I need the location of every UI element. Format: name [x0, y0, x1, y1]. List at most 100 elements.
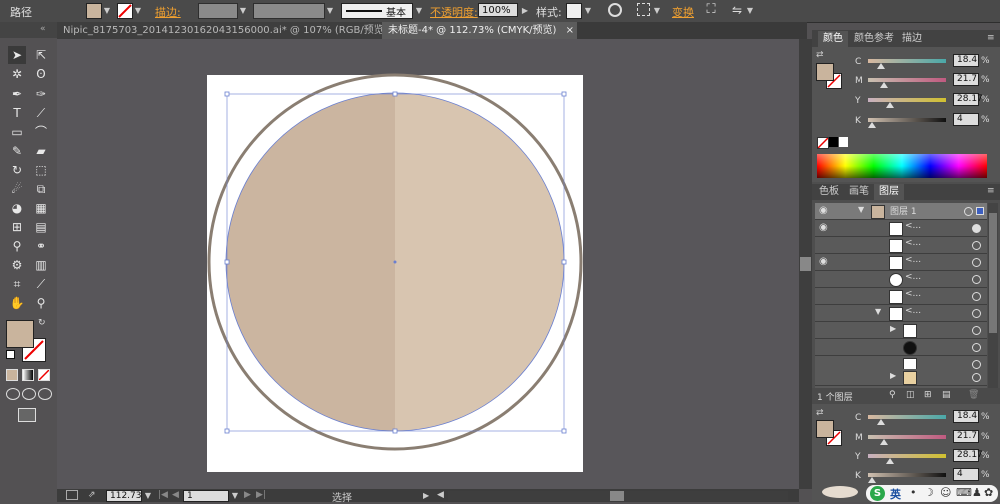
tab-layers[interactable]: 图层 — [874, 184, 904, 200]
arc-tool-icon[interactable]: ⌒ — [32, 123, 50, 141]
slider-y-track[interactable] — [868, 98, 946, 102]
eye-icon[interactable]: ◉ — [819, 222, 829, 233]
punctuation-icon[interactable]: • — [910, 486, 917, 499]
tab-color-guide[interactable]: 颜色参考 — [849, 31, 899, 47]
opacity-field[interactable]: 100% — [478, 3, 518, 17]
brush-definition-field[interactable]: 基本 — [341, 3, 413, 19]
prev-artboard-icon[interactable]: ◀ — [172, 490, 179, 500]
skin-icon[interactable]: ✿ — [984, 486, 993, 499]
artboard-number-field[interactable]: 1 — [183, 490, 229, 502]
draw-normal-icon[interactable] — [6, 388, 20, 400]
vertical-scroll-thumb[interactable] — [800, 257, 811, 271]
panel-fill-box[interactable] — [816, 63, 834, 81]
layers-menu-icon[interactable]: ≡ — [987, 186, 995, 196]
arrange-dropdown-icon[interactable]: ▼ — [746, 7, 754, 15]
expand-icon[interactable]: ▼ — [858, 205, 864, 214]
slice-tool-icon[interactable]: ⟋ — [32, 275, 50, 293]
perspective-grid-tool-icon[interactable]: ▦ — [32, 199, 50, 217]
tab-stroke[interactable]: 描边 — [897, 31, 927, 47]
panel-fill-box[interactable] — [816, 420, 834, 438]
pen-tool-icon[interactable]: ✒ — [8, 85, 26, 103]
layer-row-top[interactable]: ◉ ▼ 图层 1 — [815, 203, 987, 220]
eye-icon[interactable]: ◉ — [819, 256, 829, 267]
channel-k-value[interactable]: 4 — [953, 468, 979, 481]
zoom-field[interactable]: 112.73 — [106, 490, 142, 502]
symbol-sprayer-tool-icon[interactable]: ⚙ — [8, 256, 26, 274]
color-spectrum[interactable] — [817, 154, 987, 178]
gradient-mode-icon[interactable] — [22, 369, 34, 381]
expand-icon[interactable]: ▼ — [875, 307, 881, 316]
keyboard-icon[interactable]: ⌨ — [956, 486, 972, 499]
recolor-artwork-icon[interactable] — [608, 3, 622, 17]
blend-tool-icon[interactable]: ⚭ — [32, 237, 50, 255]
align-dropdown-icon[interactable]: ▼ — [653, 7, 661, 15]
draw-inside-icon[interactable] — [38, 388, 52, 400]
rectangle-tool-icon[interactable]: ▭ — [8, 123, 26, 141]
channel-y-value[interactable]: 28.17 — [953, 449, 983, 462]
status-menu-icon[interactable]: ▶ — [423, 491, 429, 500]
swap-fill-stroke-icon[interactable]: ↻ — [38, 318, 46, 328]
selection-tool-icon[interactable]: ➤ — [8, 46, 26, 64]
horizontal-scrollbar[interactable] — [448, 491, 788, 501]
align-icon[interactable] — [637, 3, 650, 16]
layer-row[interactable]: <... — [815, 271, 987, 288]
tab-color[interactable]: 颜色 — [818, 31, 848, 47]
eraser-tool-icon[interactable]: ▰ — [32, 142, 50, 160]
default-fill-stroke-icon[interactable]: ⇄ — [816, 50, 824, 60]
artboard-nav-icon[interactable] — [66, 490, 78, 500]
fill-swatch[interactable] — [86, 3, 102, 19]
artboard-dropdown-icon[interactable]: ▼ — [231, 492, 239, 500]
brush-dropdown-icon[interactable]: ▼ — [415, 7, 423, 15]
opacity-dropdown-icon[interactable]: ▶ — [521, 7, 529, 15]
default-colors-icon[interactable] — [6, 350, 15, 359]
slider-m-thumb[interactable] — [880, 439, 888, 445]
layer-row[interactable]: <... — [815, 237, 987, 254]
zoom-tool-icon[interactable]: ⚲ — [32, 294, 50, 312]
close-icon[interactable]: × — [566, 25, 574, 36]
channel-y-value[interactable]: 28.17 — [953, 93, 983, 106]
ime-mode-label[interactable]: 英 — [890, 486, 901, 502]
stroke-label[interactable]: 描边: — [155, 4, 181, 20]
color-mode-icon[interactable] — [6, 369, 18, 381]
isolate-icon[interactable]: ⛶ — [704, 3, 718, 17]
next-artboard-icon[interactable]: ▶ — [244, 490, 251, 500]
slider-m-thumb[interactable] — [880, 82, 888, 88]
rotate-tool-icon[interactable]: ↻ — [8, 161, 26, 179]
artwork[interactable] — [57, 39, 799, 489]
layer-row[interactable] — [815, 339, 987, 356]
tab-document-nipic[interactable]: Nipic_8175703_20141230162043156000.ai* @… — [57, 22, 405, 39]
line-segment-tool-icon[interactable]: ⟋ — [32, 104, 50, 122]
variable-width-field[interactable] — [253, 3, 325, 19]
tab-document-untitled[interactable]: 未标题-4* @ 112.73% (CMYK/预览) × — [382, 22, 577, 39]
graphic-style-swatch[interactable] — [566, 3, 582, 19]
channel-c-value[interactable]: 18.4 — [953, 410, 979, 423]
stroke-weight-dropdown-icon[interactable]: ▼ — [239, 7, 247, 15]
target-icon[interactable] — [964, 207, 973, 216]
new-sublayer-icon[interactable]: ⊞ — [924, 390, 932, 400]
slider-k-thumb[interactable] — [868, 122, 876, 128]
stroke-swatch[interactable] — [117, 3, 133, 19]
variable-width-dropdown-icon[interactable]: ▼ — [326, 7, 334, 15]
slider-k-track[interactable] — [868, 473, 946, 477]
slider-k-track[interactable] — [868, 118, 946, 122]
horizontal-scroll-thumb[interactable] — [610, 491, 624, 501]
warp-tool-icon[interactable]: ☄ — [8, 180, 26, 198]
gradient-tool-icon[interactable]: ▤ — [32, 218, 50, 236]
magic-wand-tool-icon[interactable]: ✲ — [8, 65, 26, 83]
vertical-scrollbar[interactable] — [799, 39, 812, 489]
scroll-left-icon[interactable]: ◀ — [437, 490, 444, 500]
arrange-icon[interactable]: ⇋ — [730, 3, 744, 17]
collapse-arrow-icon[interactable]: ▶ — [890, 371, 896, 380]
halfwidth-icon[interactable]: ☽ — [924, 486, 934, 499]
none-mode-icon[interactable] — [38, 369, 50, 381]
artboard-tool-icon[interactable]: ⌗ — [8, 275, 26, 293]
make-clipping-mask-icon[interactable]: ◫ — [906, 390, 915, 400]
target-icon[interactable] — [972, 258, 981, 267]
new-layer-icon[interactable]: ▤ — [942, 390, 951, 400]
slider-y-track[interactable] — [868, 454, 946, 458]
draw-behind-icon[interactable] — [22, 388, 36, 400]
direct-selection-tool-icon[interactable]: ⇱ — [32, 46, 50, 64]
panel-menu-icon[interactable]: ≡ — [987, 33, 995, 43]
zoom-dropdown-icon[interactable]: ▼ — [144, 492, 152, 500]
lasso-tool-icon[interactable]: ʘ — [32, 65, 50, 83]
